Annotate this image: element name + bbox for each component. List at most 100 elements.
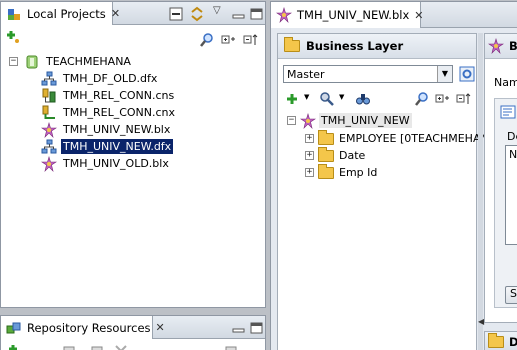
tree-item-label: TMH_UNIV_NEW.dfx: [61, 139, 174, 154]
new-project-icon[interactable]: [5, 29, 21, 45]
tree-item[interactable]: TMH_UNIV_NEW.blx: [41, 121, 172, 138]
collapse-icon[interactable]: −: [9, 57, 18, 66]
business-layer-panel: Business Layer Master ▼ ▼ ▼ − TMH_UNIV_N…: [277, 33, 496, 350]
repository-action-icon[interactable]: [89, 343, 105, 350]
description-value: Ne: [509, 148, 517, 161]
manage-views-icon[interactable]: [459, 66, 475, 82]
repository-action-icon[interactable]: [61, 343, 77, 350]
properties-title: B: [509, 39, 517, 53]
add-menu-chevron-icon[interactable]: ▼: [304, 93, 309, 101]
repository-resources-view: Repository Resources ✕: [0, 315, 266, 350]
local-projects-icon: [8, 8, 20, 20]
repository-action-icon[interactable]: [113, 343, 129, 350]
business-layer-icon: [276, 7, 292, 23]
bl-tree-item-label: Date: [339, 149, 366, 162]
tree-item-label: TMH_REL_CONN.cnx: [63, 106, 176, 119]
bl-tree-item[interactable]: + Date: [305, 146, 367, 164]
tree-item-label: TMH_REL_CONN.cns: [63, 89, 175, 102]
description-field[interactable]: Ne: [505, 145, 517, 245]
bl-tree-item[interactable]: + Emp Id: [305, 163, 379, 181]
tab-repository-resources[interactable]: Repository Resources ✕: [1, 316, 165, 339]
tab-editor-label: TMH_UNIV_NEW.blx: [297, 8, 410, 22]
bl-tree-item[interactable]: + EMPLOYEE [0TEACHMEHANA: [305, 129, 498, 147]
search-icon[interactable]: [414, 91, 430, 107]
expand-all-icon[interactable]: [435, 91, 451, 107]
collapse-all-icon[interactable]: [456, 91, 472, 107]
name-label: Name: [494, 76, 517, 89]
tree-item[interactable]: TMH_REL_CONN.cnx: [41, 104, 177, 121]
search-icon[interactable]: [199, 32, 215, 48]
tree-item[interactable]: TMH_DF_OLD.dfx: [41, 70, 159, 87]
link-with-editor-icon[interactable]: [189, 6, 205, 22]
bl-tree-item-label: EMPLOYEE [0TEACHMEHANA: [339, 132, 497, 145]
expand-icon[interactable]: +: [305, 134, 314, 143]
folder-icon: [318, 146, 334, 164]
repository-action-icon[interactable]: [223, 343, 239, 350]
view-select[interactable]: Master ▼: [283, 65, 453, 83]
panel-sash[interactable]: ◀: [478, 33, 484, 350]
folder-icon: [284, 37, 300, 54]
maximize-icon[interactable]: [249, 6, 265, 22]
folder-icon: [488, 333, 504, 350]
minimize-view-icon[interactable]: [168, 6, 184, 22]
business-layer-title: Business Layer: [306, 39, 404, 53]
tab-local-projects-label: Local Projects: [27, 6, 106, 21]
minimize-icon[interactable]: [231, 6, 247, 22]
business-layer-header: Business Layer: [278, 34, 476, 59]
properties-button[interactable]: S: [505, 286, 517, 304]
bl-tree-root-row[interactable]: − TMH_UNIV_NEW: [287, 112, 412, 129]
secured-connection-icon: [42, 88, 56, 102]
find-icon[interactable]: [355, 91, 371, 107]
properties-icon: [500, 105, 516, 119]
tree-root-row[interactable]: − TEACHMEHANA: [9, 53, 133, 70]
properties-button-label: S: [510, 287, 517, 300]
tree-item[interactable]: TMH_REL_CONN.cns: [41, 87, 176, 104]
close-icon[interactable]: ✕: [111, 8, 120, 19]
chevron-down-icon[interactable]: ▼: [437, 66, 452, 82]
bl-tree-item-label: Emp Id: [339, 166, 378, 179]
data-foundation-icon: [41, 139, 57, 153]
project-folder-icon: [26, 55, 38, 68]
expand-all-icon[interactable]: [221, 32, 237, 48]
maximize-icon[interactable]: [249, 320, 265, 336]
business-layer-icon: [300, 112, 316, 129]
add-icon[interactable]: [284, 91, 300, 107]
bottom-panel-title: D: [509, 335, 517, 349]
collapse-all-icon[interactable]: [243, 32, 259, 48]
tree-item[interactable]: TMH_UNIV_OLD.blx: [41, 155, 171, 172]
business-layer-icon: [488, 38, 504, 54]
tab-repository-resources-label: Repository Resources: [27, 320, 151, 335]
folder-icon: [318, 129, 334, 147]
view-select-value: Master: [287, 67, 325, 81]
business-layer-icon: [41, 121, 57, 138]
business-layer-icon: [41, 155, 57, 172]
description-label: De: [507, 130, 517, 143]
repository-icon: [6, 322, 21, 333]
view-menu-chevron-icon[interactable]: ▽: [213, 5, 221, 16]
properties-inner: De Ne S: [494, 98, 517, 308]
expand-icon[interactable]: +: [305, 151, 314, 160]
local-connection-icon: [42, 105, 55, 119]
minimize-icon[interactable]: [231, 320, 247, 336]
editor-area: TMH_UNIV_NEW.blx ✕ Business Layer Master…: [270, 1, 517, 350]
repository-tabstrip: Repository Resources ✕: [1, 316, 265, 339]
local-projects-tabstrip: Local Projects ✕ ▽: [1, 2, 265, 25]
collapse-icon[interactable]: −: [287, 116, 296, 125]
tab-local-projects[interactable]: Local Projects ✕: [1, 2, 120, 25]
actions-menu-chevron-icon[interactable]: ▼: [339, 93, 344, 101]
folder-icon: [318, 163, 334, 181]
tree-item-label: TMH_UNIV_NEW.blx: [63, 123, 171, 136]
tree-item-label: TMH_DF_OLD.dfx: [63, 72, 158, 85]
bl-tree-root-label: TMH_UNIV_NEW: [319, 113, 412, 128]
actions-icon[interactable]: [319, 91, 335, 107]
tab-editor-tmh-univ-new[interactable]: TMH_UNIV_NEW.blx ✕: [271, 2, 423, 28]
expand-icon[interactable]: +: [305, 168, 314, 177]
local-projects-view: Local Projects ✕ ▽ − TEACHMEHANA TMH_DF_…: [0, 1, 266, 308]
bottom-panel-header: D: [484, 331, 517, 350]
tree-item-selected[interactable]: TMH_UNIV_NEW.dfx: [41, 138, 174, 155]
tree-item-label: TMH_UNIV_OLD.blx: [63, 157, 169, 170]
close-icon[interactable]: ✕: [414, 10, 423, 21]
close-icon[interactable]: ✕: [156, 322, 165, 333]
tree-root-label: TEACHMEHANA: [46, 55, 131, 68]
insert-session-icon[interactable]: [7, 343, 23, 350]
